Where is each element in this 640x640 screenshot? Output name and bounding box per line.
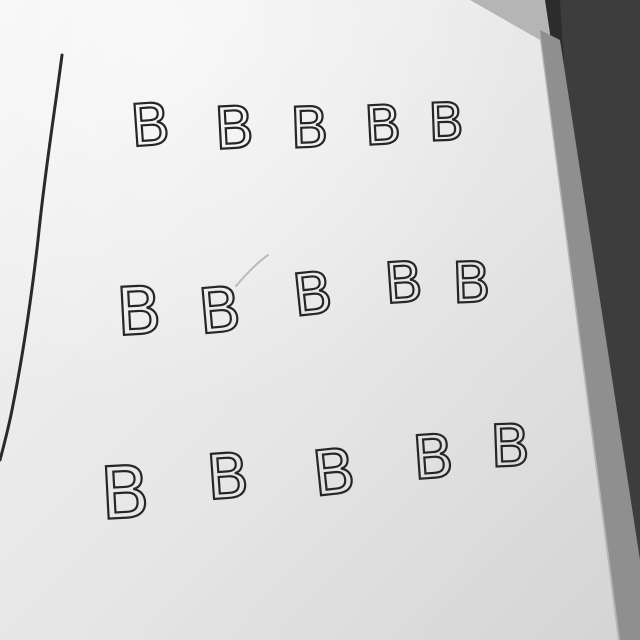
letter: B: [309, 434, 359, 511]
letter: B: [213, 93, 256, 163]
letter: B: [382, 250, 425, 318]
letter: B: [363, 93, 403, 158]
letter: B: [114, 272, 163, 351]
letter: B: [289, 95, 330, 161]
letter: B: [289, 258, 336, 330]
letter: B: [410, 421, 456, 494]
whiteboard-photo: B B B B B B B B B B B B B B B: [0, 0, 640, 640]
letter: B: [204, 439, 252, 515]
letter: B: [489, 411, 531, 480]
letter: B: [98, 450, 152, 536]
letter: B: [427, 92, 465, 153]
letter: B: [451, 250, 492, 316]
letter: B: [128, 90, 172, 161]
